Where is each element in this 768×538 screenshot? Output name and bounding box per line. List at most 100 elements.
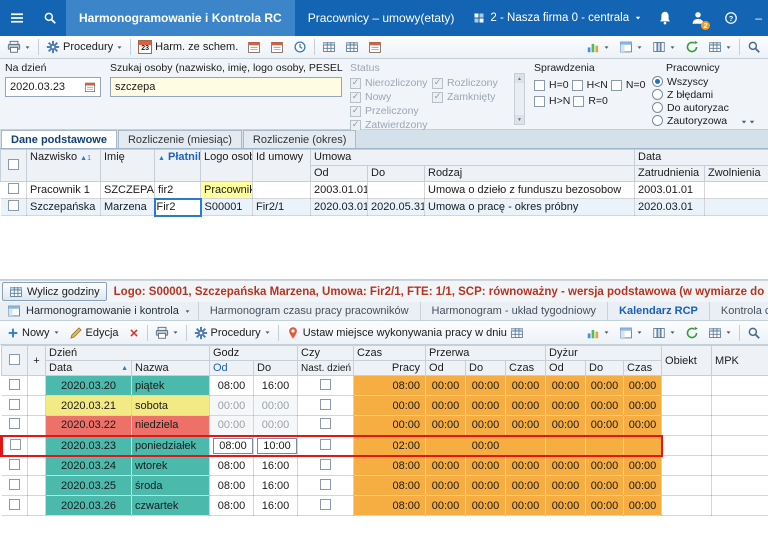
cell-czas-pracy[interactable]: 00:00 <box>354 396 426 416</box>
cell-dyzur-od[interactable]: 00:00 <box>546 476 586 496</box>
cell-przerwa-od[interactable]: 00:00 <box>426 496 466 516</box>
row-select-cell[interactable] <box>1 199 27 216</box>
expand-cell[interactable] <box>28 376 46 396</box>
row-checkbox[interactable] <box>9 499 20 510</box>
date-picker-icon[interactable] <box>84 81 96 93</box>
cell-godz-do[interactable]: 16:00 <box>254 456 298 476</box>
cell-przerwa-od[interactable]: 00:00 <box>426 416 466 436</box>
cell-nazwa[interactable]: wtorek <box>132 456 210 476</box>
cell-obiekt[interactable] <box>662 416 712 436</box>
cell-nazwa[interactable]: sobota <box>132 396 210 416</box>
cell-dyzur-czas[interactable]: 00:00 <box>624 376 662 396</box>
chart-menu-button-lower[interactable] <box>582 324 614 342</box>
columns-menu-button-top[interactable] <box>648 38 680 56</box>
row-select-cell[interactable] <box>2 476 28 496</box>
cell-platnik-focused[interactable]: Fir2 <box>155 199 201 216</box>
cell-mpk[interactable] <box>712 416 768 436</box>
cell-mpk[interactable] <box>712 396 768 416</box>
row-checkbox[interactable] <box>8 200 19 211</box>
row-checkbox[interactable] <box>9 399 20 410</box>
cell-mpk[interactable] <box>712 376 768 396</box>
cell-dyzur-czas[interactable]: 00:00 <box>624 476 662 496</box>
cell-dyzur-czas[interactable]: 00:00 <box>624 416 662 436</box>
expand-more-chevron[interactable] <box>740 118 756 126</box>
cell-przerwa-czas[interactable]: 00:00 <box>506 396 546 416</box>
cell-nast-dzien[interactable] <box>298 456 354 476</box>
expand-cell[interactable] <box>28 476 46 496</box>
global-search-button[interactable] <box>33 0 66 36</box>
cell-godz-od[interactable]: 00:00 <box>210 396 254 416</box>
cell-przerwa-do[interactable]: 00:00 <box>466 476 506 496</box>
cell-mpk[interactable] <box>712 436 768 456</box>
cell-nazwa[interactable]: środa <box>132 476 210 496</box>
ustaw-miejsce-button[interactable]: Ustaw miejsce wykonywania pracy w dniu <box>282 324 528 342</box>
col-header-pracy[interactable]: Pracy <box>354 361 426 376</box>
row-checkbox[interactable] <box>9 418 20 429</box>
expand-cell[interactable] <box>28 496 46 516</box>
cell-zwolnienia[interactable] <box>705 182 768 199</box>
grid-menu-button-top[interactable] <box>704 38 736 56</box>
select-all-header[interactable] <box>1 150 27 182</box>
search-rows-button-top[interactable] <box>743 38 765 56</box>
col-header-data[interactable]: Data▲ <box>46 361 132 376</box>
select-all-checkbox[interactable] <box>9 354 20 365</box>
cell-przerwa-do[interactable]: 00:00 <box>466 396 506 416</box>
cell-zatrudnienia[interactable]: 2003.01.01 <box>635 182 705 199</box>
minimize-button[interactable]: – <box>747 0 768 36</box>
cell-dyzur-od[interactable]: 00:00 <box>546 496 586 516</box>
pracownicy-do-autoryzacji-radio[interactable]: Do autoryzac <box>652 101 764 114</box>
cell-dyzur-czas[interactable]: 00:00 <box>624 396 662 416</box>
cell-przerwa-merged[interactable]: 00:00 <box>426 436 546 456</box>
cell-dyzur-do[interactable]: 00:00 <box>586 496 624 516</box>
cell-nast-dzien[interactable] <box>298 496 354 516</box>
col-header-umowa-od[interactable]: Od <box>311 166 368 182</box>
calendar-clock-button[interactable] <box>364 38 386 56</box>
col-header-obiekt[interactable]: Obiekt <box>662 346 712 376</box>
tab-rozliczenie-miesiac[interactable]: Rozliczenie (miesiąc) <box>118 130 242 148</box>
cell-rodzaj[interactable]: Umowa o pracę - okres próbny <box>425 199 635 216</box>
table-tool-button-2[interactable] <box>341 38 363 56</box>
row-select-cell[interactable] <box>2 436 28 456</box>
wylicz-godziny-button[interactable]: Wylicz godziny <box>2 282 107 301</box>
cell-godz-od[interactable]: 08:00 <box>210 376 254 396</box>
col-header-expand[interactable]: + <box>28 346 46 376</box>
tab-harmonogram-czasu-pracy[interactable]: Harmonogram czasu pracy pracowników <box>198 302 420 320</box>
sprawdzenia-n0-checkbox[interactable]: N=0 <box>611 78 646 92</box>
cell-imie[interactable]: Marzena <box>101 199 155 216</box>
cell-przerwa-do[interactable]: 00:00 <box>466 496 506 516</box>
cell-dyzur-do[interactable]: 00:00 <box>586 456 624 476</box>
cell-umowa-do[interactable]: 2020.05.31 <box>368 199 425 216</box>
tab-kontrola-czasu[interactable]: Kontrola czasu <box>709 302 768 320</box>
nast-dzien-checkbox[interactable] <box>320 418 331 429</box>
cell-data[interactable]: 2020.03.25 <box>46 476 132 496</box>
cell-dyzur-czas[interactable]: 00:00 <box>624 496 662 516</box>
tab-dane-podstawowe[interactable]: Dane podstawowe <box>1 130 117 148</box>
cell-platnik[interactable]: fir2 <box>155 182 201 199</box>
cell-przerwa-od[interactable]: 00:00 <box>426 456 466 476</box>
calendar-row-poniedzialek-selected[interactable]: 2020.03.23 poniedziałek 08:00 10:00 02:0… <box>2 436 768 456</box>
tab-rozliczenie-okres[interactable]: Rozliczenie (okres) <box>243 130 357 148</box>
cell-przerwa-od[interactable]: 00:00 <box>426 396 466 416</box>
nast-dzien-checkbox[interactable] <box>320 479 331 490</box>
search-rows-button-lower[interactable] <box>743 324 765 342</box>
cell-umowa-od[interactable]: 2003.01.01 <box>311 182 368 199</box>
row-checkbox[interactable] <box>10 439 21 450</box>
col-header-rodzaj[interactable]: Rodzaj <box>425 166 635 182</box>
cell-godz-od[interactable]: 08:00 <box>210 496 254 516</box>
notifications-button[interactable] <box>648 0 681 36</box>
expand-cell[interactable] <box>28 436 46 456</box>
cell-id-umowy[interactable]: Fir2/1 <box>253 199 311 216</box>
godz-do-edit-field[interactable]: 10:00 <box>257 438 297 454</box>
cell-obiekt[interactable] <box>662 496 712 516</box>
harm-ze-schem-button[interactable]: 23Harm. ze schem. <box>134 38 242 56</box>
cell-przerwa-do[interactable]: 00:00 <box>466 416 506 436</box>
expand-cell[interactable] <box>28 416 46 436</box>
nast-dzien-checkbox[interactable] <box>320 439 331 450</box>
refresh-button-lower[interactable] <box>681 324 703 342</box>
row-select-cell[interactable] <box>2 416 28 436</box>
col-header-dyzur-do[interactable]: Do <box>586 361 624 376</box>
cell-nast-dzien[interactable] <box>298 396 354 416</box>
columns-menu-button-lower[interactable] <box>648 324 680 342</box>
cell-godz-do[interactable]: 00:00 <box>254 396 298 416</box>
refresh-button-top[interactable] <box>681 38 703 56</box>
